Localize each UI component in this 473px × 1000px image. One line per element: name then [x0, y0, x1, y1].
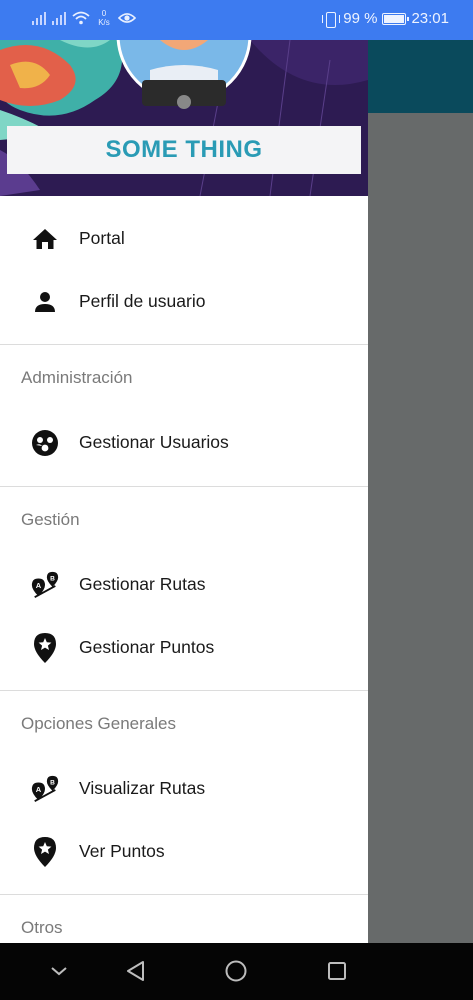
menu-item-perfil[interactable]: Perfil de usuario	[0, 270, 368, 333]
network-speed: 0 K/s	[96, 9, 112, 27]
star-pin-icon	[30, 836, 60, 867]
svg-text:A: A	[36, 580, 42, 589]
battery-percent: 99 %	[343, 10, 378, 27]
clock: 23:01	[411, 10, 449, 27]
battery-icon	[382, 12, 410, 25]
menu-item-visualizar-rutas[interactable]: AB Visualizar Rutas	[0, 757, 368, 820]
home-circle-icon[interactable]	[224, 959, 248, 983]
section-title-gestion: Gestión	[21, 510, 80, 529]
route-icon: AB	[30, 774, 60, 804]
section-title-administracion: Administración	[21, 368, 133, 387]
section-title-otros: Otros	[21, 918, 63, 937]
section-title-opciones-generales: Opciones Generales	[21, 714, 176, 733]
wifi-icon	[72, 11, 90, 25]
drawer-scrim[interactable]	[368, 113, 473, 943]
svg-text:B: B	[50, 575, 55, 582]
status-bar: 0 K/s 99 % 23:01	[0, 0, 473, 40]
menu-item-gestionar-usuarios[interactable]: Gestionar Usuarios	[0, 411, 368, 474]
menu-item-portal[interactable]: Portal	[0, 207, 368, 270]
menu-item-gestionar-puntos[interactable]: Gestionar Puntos	[0, 616, 368, 679]
svg-text:B: B	[50, 779, 55, 786]
system-nav-bar	[0, 943, 473, 1000]
person-icon	[30, 287, 60, 317]
menu-item-label: Ver Puntos	[79, 841, 165, 861]
signal-icon	[52, 11, 66, 25]
status-left: 0 K/s	[32, 9, 136, 27]
home-icon	[30, 224, 60, 254]
battery-fill	[384, 14, 405, 23]
menu-item-label: Gestionar Rutas	[79, 574, 206, 594]
chevron-down-icon[interactable]	[47, 959, 71, 983]
drawer-menu: Portal Perfil de usuario Administración …	[0, 196, 368, 943]
star-pin-icon	[30, 632, 60, 663]
speed-value: 0	[101, 9, 107, 18]
menu-item-label: Gestionar Usuarios	[79, 432, 229, 452]
app-bar	[368, 40, 473, 113]
vibrate-icon	[322, 11, 341, 28]
speed-unit: K/s	[98, 18, 110, 27]
signal-icon	[32, 11, 46, 25]
eye-icon	[118, 13, 136, 23]
users-group-icon	[30, 428, 60, 458]
menu-item-label: Gestionar Puntos	[79, 637, 215, 657]
drawer-header: SOME THING	[0, 40, 368, 196]
svg-text:A: A	[36, 784, 42, 793]
menu-item-label: Perfil de usuario	[79, 291, 206, 311]
back-icon[interactable]	[124, 959, 148, 983]
route-icon: AB	[30, 570, 60, 600]
status-right: 99 % 23:01	[322, 10, 449, 28]
navigation-drawer: SOME THING Portal Perfil de usuario Admi…	[0, 40, 368, 943]
recents-icon[interactable]	[325, 959, 349, 983]
brand-title: SOME THING	[7, 126, 361, 174]
menu-item-label: Portal	[79, 228, 125, 248]
menu-item-label: Visualizar Rutas	[79, 778, 206, 798]
menu-item-ver-puntos[interactable]: Ver Puntos	[0, 820, 368, 883]
menu-item-gestionar-rutas[interactable]: AB Gestionar Rutas	[0, 553, 368, 616]
